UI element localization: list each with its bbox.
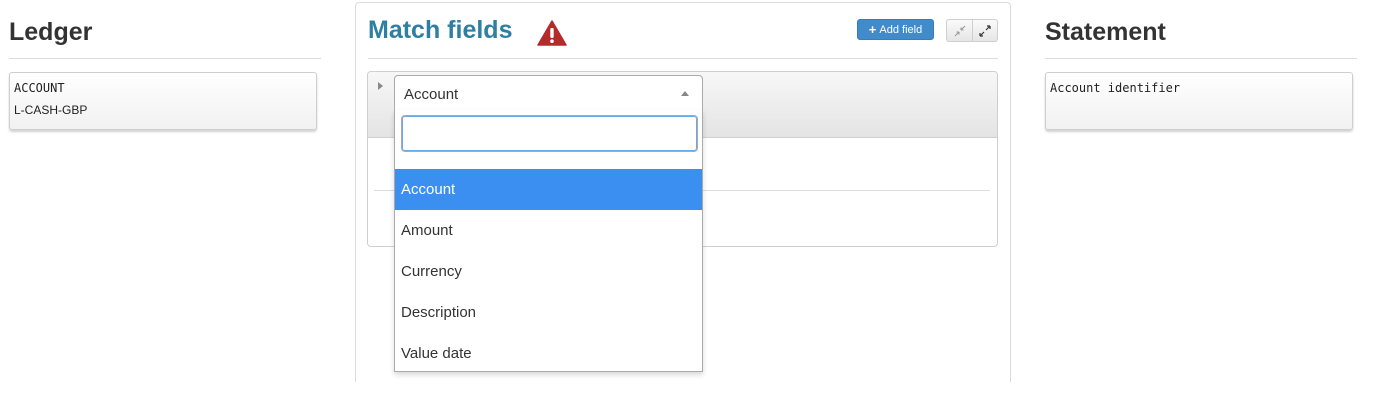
match-fields-heading: Match fields: [368, 16, 513, 44]
statement-divider: [1045, 58, 1357, 59]
dropdown-option-description[interactable]: Description: [395, 292, 702, 333]
dropdown-options: Account Amount Currency Description Valu…: [395, 169, 702, 374]
ledger-field-key: ACCOUNT: [14, 81, 65, 95]
expand-button[interactable]: [972, 19, 998, 42]
ledger-divider: [9, 58, 321, 59]
dropdown-option-amount[interactable]: Amount: [395, 210, 702, 251]
caret-right-icon[interactable]: [378, 82, 383, 90]
caret-up-icon: [681, 91, 689, 96]
warning-triangle-icon: [537, 20, 567, 46]
field-select-value: Account: [404, 86, 459, 103]
ledger-field-value: L-CASH-GBP: [14, 103, 88, 117]
plus-icon: +: [868, 22, 877, 37]
compress-icon: [954, 25, 965, 36]
statement-field-card[interactable]: Account identifier: [1045, 72, 1353, 130]
compress-button[interactable]: [946, 19, 972, 42]
field-select-dropdown: Account Amount Currency Description Valu…: [394, 110, 703, 372]
statement-heading: Statement: [1045, 18, 1166, 46]
dropdown-option-currency[interactable]: Currency: [395, 251, 702, 292]
panel-size-controls: [946, 19, 999, 42]
expand-icon: [979, 24, 991, 37]
ledger-field-card[interactable]: ACCOUNT L-CASH-GBP: [9, 72, 317, 130]
dropdown-search-input[interactable]: [401, 115, 698, 152]
dropdown-option-account[interactable]: Account: [395, 169, 702, 210]
dropdown-option-value-date[interactable]: Value date: [395, 333, 702, 374]
statement-field-key: Account identifier: [1050, 81, 1181, 95]
add-field-button[interactable]: + Add field: [857, 19, 934, 40]
add-field-label: Add field: [879, 23, 923, 36]
ledger-heading: Ledger: [9, 18, 93, 46]
match-fields-divider: [368, 58, 998, 59]
field-select[interactable]: Account: [394, 75, 703, 110]
